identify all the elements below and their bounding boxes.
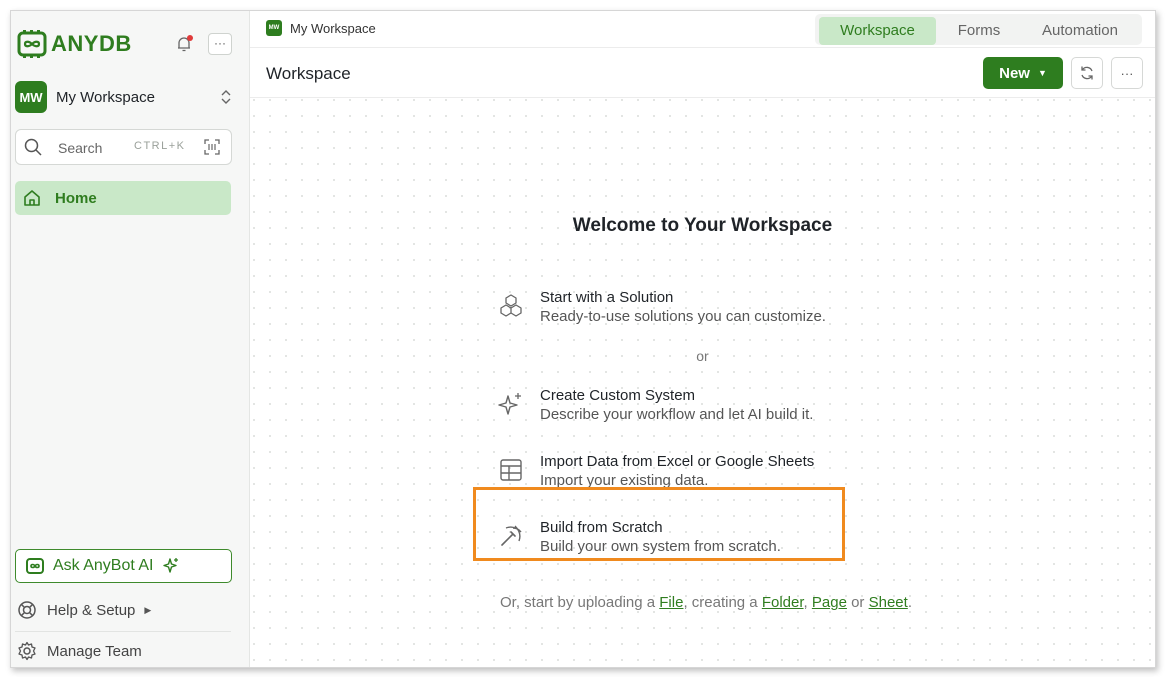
sidebar-item-home[interactable]: Home (15, 181, 231, 215)
folder-link[interactable]: Folder (762, 594, 804, 611)
option-title: Create Custom System (540, 387, 696, 404)
new-button-label: New (999, 64, 1030, 82)
chevron-up-down-icon (221, 90, 231, 104)
help-setup-label: Help & Setup (47, 601, 136, 619)
manage-team-label: Manage Team (47, 642, 142, 660)
upload-hint-text: , (803, 594, 812, 611)
option-create-custom-system[interactable]: Create Custom System Describe your workf… (498, 387, 878, 427)
upload-hint-text: . (907, 594, 912, 611)
search-icon (24, 138, 42, 156)
page-title: Workspace (266, 64, 351, 83)
refresh-icon (1081, 66, 1093, 80)
table-icon (500, 459, 522, 481)
tab-workspace[interactable]: Workspace (819, 17, 936, 45)
caret-right-icon: ▶ (144, 604, 152, 615)
search-box[interactable]: CTRL+K (15, 129, 232, 165)
file-link[interactable]: File (659, 594, 683, 611)
caret-down-icon: ▼ (1037, 68, 1047, 78)
option-build-from-scratch[interactable]: Build from Scratch Build your own system… (498, 519, 878, 559)
notification-dot (187, 35, 193, 41)
welcome-heading: Welcome to Your Workspace (572, 215, 833, 236)
logo-text: ANYDB (51, 31, 132, 56)
option-description: Build your own system from scratch. (540, 538, 781, 555)
option-title: Start with a Solution (540, 289, 674, 306)
more-horizontal-icon: ··· (1120, 65, 1134, 81)
refresh-button[interactable] (1071, 57, 1103, 89)
top-bar: MW My Workspace Workspace Forms Automati… (250, 11, 1155, 48)
anydb-logo-icon (17, 30, 47, 58)
workspace-canvas: Welcome to Your Workspace Start with a S… (250, 98, 1155, 667)
upload-hint-text: Or, start by uploading a (500, 594, 660, 611)
sidebar-item-label: Home (55, 189, 97, 207)
workspace-avatar: MW (15, 81, 47, 113)
main-area: MW My Workspace Workspace Forms Automati… (250, 11, 1155, 667)
workspace-switcher[interactable]: MW My Workspace (15, 81, 233, 113)
option-description: Describe your workflow and let AI build … (540, 406, 814, 423)
sparkles-icon (162, 558, 178, 573)
option-title: Import Data from Excel or Google Sheets (540, 453, 815, 470)
search-shortcut: CTRL+K (134, 140, 186, 152)
option-start-with-solution[interactable]: Start with a Solution Ready-to-use solut… (498, 289, 878, 329)
anybot-icon (26, 558, 44, 574)
sidebar: ANYDB ··· MW My Workspace CTRL+K (11, 11, 250, 667)
home-icon (24, 190, 40, 206)
ask-anybot-label: Ask AnyBot AI (53, 557, 154, 574)
tab-automation[interactable]: Automation (1022, 17, 1138, 45)
option-title: Build from Scratch (540, 519, 663, 536)
upload-hint-text: , creating a (683, 594, 762, 611)
breadcrumb-label: My Workspace (290, 20, 376, 36)
scan-icon[interactable] (204, 139, 220, 155)
breadcrumb-avatar: MW (266, 20, 282, 36)
or-separator: or (696, 348, 709, 364)
manage-team-item[interactable]: Manage Team (17, 641, 142, 661)
divider (15, 631, 231, 632)
app-window: ANYDB ··· MW My Workspace CTRL+K (10, 10, 1156, 668)
ask-anybot-button[interactable]: Ask AnyBot AI (15, 549, 232, 583)
view-tabs: Workspace Forms Automation (815, 14, 1142, 45)
pickaxe-icon (501, 525, 522, 546)
help-setup-item[interactable]: Help & Setup ▶ (17, 600, 151, 620)
sparkles-icon (498, 393, 521, 415)
option-description: Ready-to-use solutions you can customize… (540, 308, 826, 325)
search-input[interactable] (56, 137, 140, 159)
page-link[interactable]: Page (812, 594, 847, 611)
upload-hint-text: or (846, 594, 869, 611)
more-button[interactable]: ··· (1111, 57, 1143, 89)
breadcrumb[interactable]: MW My Workspace (266, 20, 376, 36)
sheet-link[interactable]: Sheet (869, 594, 908, 611)
page-header: Workspace New ▼ ··· (250, 48, 1155, 98)
logo[interactable]: ANYDB (17, 29, 132, 59)
gear-icon (18, 641, 36, 661)
new-button[interactable]: New ▼ (983, 57, 1063, 89)
tab-forms[interactable]: Forms (936, 17, 1022, 45)
more-options-button[interactable]: ··· (208, 33, 232, 55)
lifebuoy-icon (18, 601, 36, 619)
workspace-name: My Workspace (56, 88, 155, 106)
cubes-icon (500, 294, 522, 317)
upload-hint: Or, start by uploading a File, creating … (500, 594, 912, 611)
